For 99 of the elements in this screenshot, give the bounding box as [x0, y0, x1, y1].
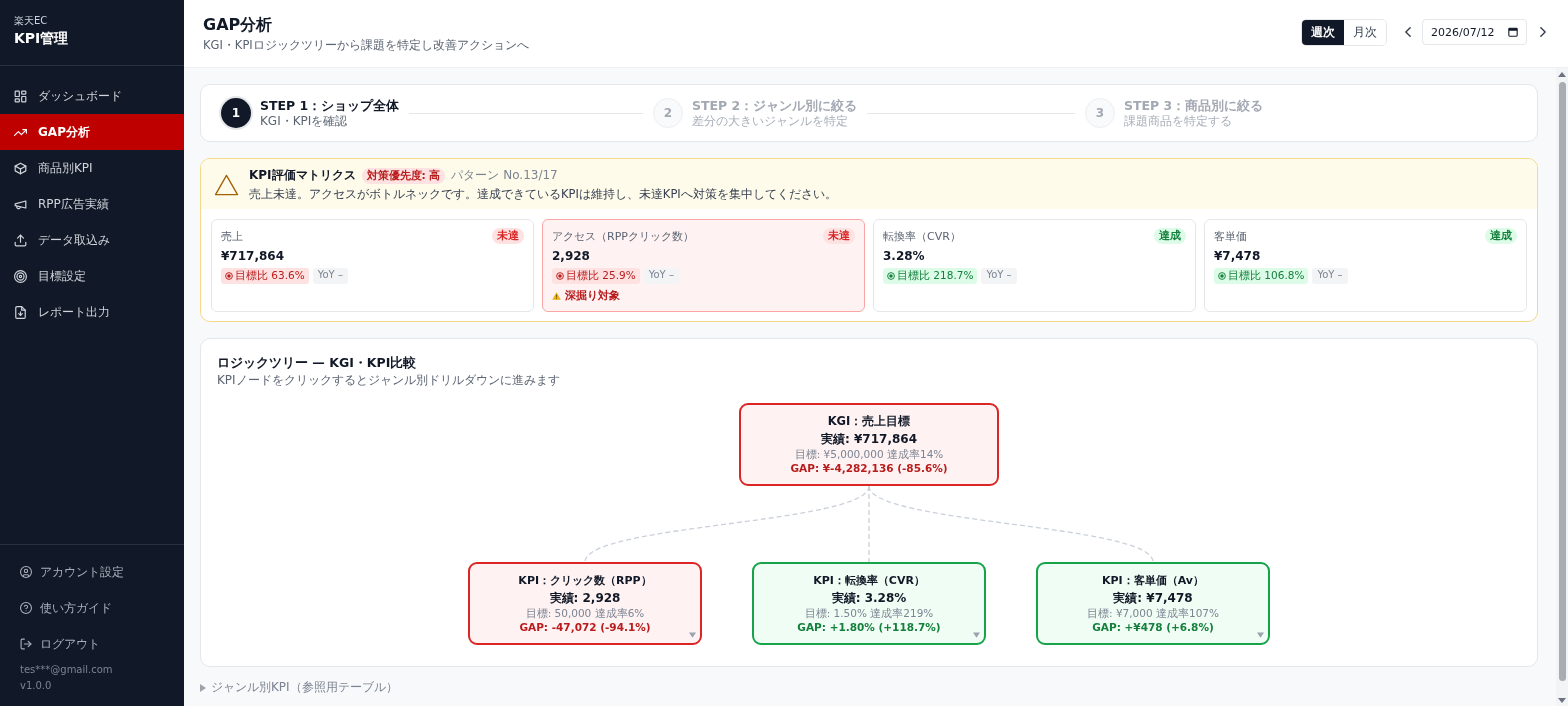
kpi-value: ¥717,864: [221, 248, 284, 264]
target-icon: [887, 272, 895, 280]
step-number: 3: [1085, 98, 1115, 128]
ratio-text: 目標比 106.8%: [1228, 269, 1305, 283]
user-circle-icon: [20, 566, 32, 578]
period-tab[interactable]: 週次: [1302, 19, 1344, 45]
step-title: STEP 3：商品別に絞る: [1124, 97, 1264, 114]
chevron-right-icon: [1540, 27, 1546, 37]
kpi-node[interactable]: KPI：客単価（Av） 実績: ¥7,478 目標: ¥7,000 達成率107% GAP: +¥478 (+6.8%): [1036, 562, 1270, 645]
kpi-label: 客単価: [1214, 228, 1247, 244]
yoy-badge: YoY –: [981, 268, 1017, 284]
footer-link[interactable]: アカウント設定: [20, 554, 184, 590]
page-subtitle: KGI・KPIロジックツリーから課題を特定し改善アクションへ: [203, 38, 529, 53]
box-icon: [14, 161, 27, 175]
node-actual: 実績: ¥717,864: [821, 431, 917, 447]
status-badge: 未達: [823, 228, 855, 244]
alert-message: 売上未達。アクセスがボトルネックです。達成できているKPIは維持し、未達KPIへ対策を集中してください。: [249, 187, 837, 202]
nav-item[interactable]: RPP広告実績: [0, 186, 184, 222]
node-target: 目標: 1.50% 達成率219%: [804, 607, 934, 620]
footer-link[interactable]: 使い方ガイド: [20, 590, 184, 626]
status-badge: 達成: [1485, 228, 1517, 244]
megaphone-icon: [14, 197, 27, 211]
scrollbar[interactable]: [1556, 68, 1568, 706]
caret-down-icon: [689, 632, 696, 638]
warning-icon: [552, 292, 561, 300]
flag-label: 深掘り対象: [565, 289, 620, 303]
kpi-label: 転換率（CVR）: [883, 228, 961, 244]
node-actual: 実績: ¥7,478: [1113, 590, 1193, 606]
user-email: tes***@gmail.com: [20, 663, 113, 677]
target-icon: [556, 272, 564, 280]
priority-badge: 対策優先度: 高: [361, 167, 446, 184]
step-title: STEP 1：ショップ全体: [260, 97, 400, 114]
brand-title: KPI管理: [14, 29, 69, 48]
node-title: KPI：客単価（Av）: [1102, 573, 1204, 588]
kpi-value: 3.28%: [883, 248, 925, 264]
ratio-text: 目標比 218.7%: [897, 269, 974, 283]
node-gap: GAP: +¥478 (+6.8%): [1092, 620, 1214, 634]
step-subtitle: KGI・KPIを確認: [260, 113, 348, 129]
step-number: 2: [653, 98, 683, 128]
node-gap: GAP: -47,072 (-94.1%): [519, 620, 651, 634]
target-icon: [225, 272, 233, 280]
date-field[interactable]: 2026/07/12: [1422, 19, 1527, 45]
kpi-value: 2,928: [552, 248, 590, 264]
yoy-badge: YoY –: [1312, 268, 1348, 284]
node-actual: 実績: 3.28%: [831, 590, 907, 606]
genre-section-toggle[interactable]: ジャンル別KPI（参照用テーブル）: [200, 680, 398, 695]
tree-hint: KPIノードをクリックするとジャンル別ドリルダウンに進みます: [217, 373, 560, 388]
step-subtitle: 課題商品を特定する: [1124, 113, 1232, 129]
node-target: 目標: ¥5,000,000 達成率14%: [794, 448, 944, 461]
logout-icon: [20, 638, 32, 650]
upload-icon: [14, 233, 27, 247]
step-number: 1: [221, 98, 251, 128]
kpi-label: 売上: [221, 228, 243, 244]
warning-triangle-icon: [214, 173, 239, 196]
target-icon: [14, 269, 27, 283]
node-gap: GAP: +1.80% (+118.7%): [797, 620, 941, 634]
nav-item[interactable]: 商品別KPI: [0, 150, 184, 186]
node-actual: 実績: 2,928: [549, 590, 621, 606]
caret-down-icon: [973, 632, 980, 638]
chevron-left-icon: [1405, 27, 1411, 37]
node-target: 目標: 50,000 達成率6%: [525, 607, 645, 620]
kpi-node[interactable]: KPI：クリック数（RPP） 実績: 2,928 目標: 50,000 達成率6% GAP: -47,072 (-94.1%): [468, 562, 702, 645]
nav-item[interactable]: レポート出力: [0, 294, 184, 330]
caret-down-icon: [1257, 632, 1264, 638]
node-target: 目標: ¥7,000 達成率107%: [1087, 607, 1219, 620]
matrix-title: KPI評価マトリクス: [249, 167, 356, 184]
file-download-icon: [14, 305, 27, 319]
scrollbar-thumb[interactable]: [1558, 82, 1566, 681]
yoy-badge: YoY –: [312, 268, 348, 284]
status-badge: 未達: [492, 228, 524, 244]
scroll-down-icon[interactable]: [1558, 698, 1566, 703]
tree-title: ロジックツリー — KGI・KPI比較: [217, 355, 417, 371]
kpi-label: アクセス（RPPクリック数）: [552, 228, 694, 244]
ratio-text: 目標比 25.9%: [566, 269, 636, 283]
brand-subtitle: 楽天EC: [14, 14, 48, 28]
layout-grid-icon: [14, 89, 27, 103]
footer-link[interactable]: ログアウト: [20, 626, 184, 662]
nav-item[interactable]: データ取込み: [0, 222, 184, 258]
version-label: v1.0.0: [20, 679, 52, 693]
node-gap: GAP: ¥-4,282,136 (-85.6%): [790, 461, 948, 475]
help-icon: [20, 602, 32, 614]
step-title: STEP 2：ジャンル別に絞る: [692, 97, 858, 114]
node-title: KPI：クリック数（RPP）: [518, 573, 652, 588]
kpi-value: ¥7,478: [1214, 248, 1261, 264]
ratio-text: 目標比 63.6%: [235, 269, 305, 283]
nav-item[interactable]: GAP分析: [0, 114, 184, 150]
status-badge: 達成: [1154, 228, 1186, 244]
calendar-icon: [1508, 27, 1518, 37]
pattern-label: パターン No.13/17: [451, 167, 558, 184]
step-subtitle: 差分の大きいジャンルを特定: [692, 113, 848, 129]
target-icon: [1218, 272, 1226, 280]
kpi-node[interactable]: KPI：転換率（CVR） 実績: 3.28% 目標: 1.50% 達成率219% GAP: +1.80% (+118.7%): [752, 562, 986, 645]
node-title: KGI：売上目標: [827, 414, 911, 429]
nav-item[interactable]: ダッシュボード: [0, 78, 184, 114]
yoy-badge: YoY –: [643, 268, 679, 284]
node-title: KPI：転換率（CVR）: [813, 573, 925, 588]
scroll-up-icon[interactable]: [1558, 72, 1566, 77]
page-title: GAP分析: [203, 14, 273, 36]
nav-item[interactable]: 目標設定: [0, 258, 184, 294]
